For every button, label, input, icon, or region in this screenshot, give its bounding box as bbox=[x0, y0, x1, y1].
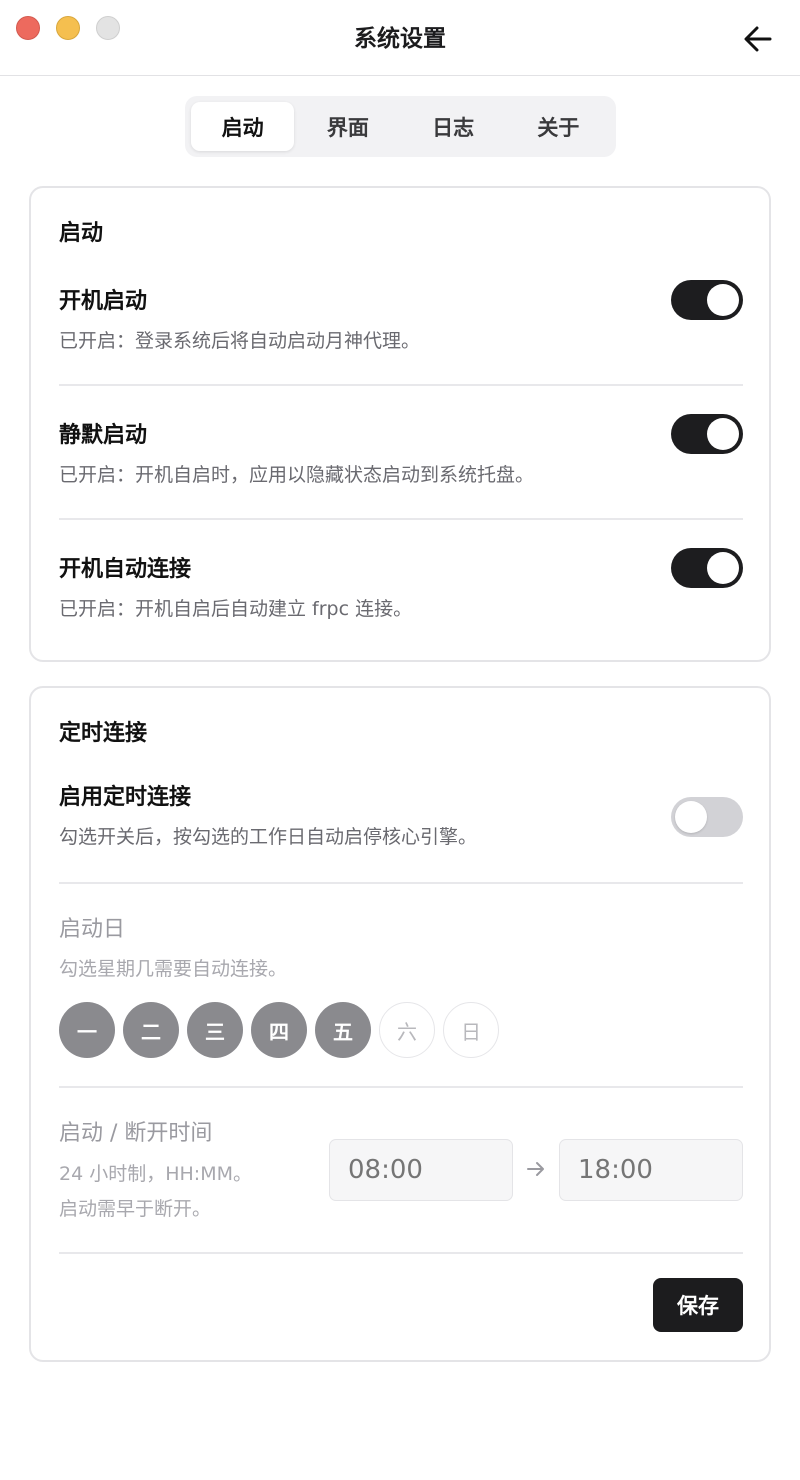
divider bbox=[59, 1086, 743, 1088]
divider bbox=[59, 1252, 743, 1254]
silent-launch-toggle[interactable] bbox=[671, 414, 743, 454]
auto-connect-desc: 已开启：开机自启后自动建立 frpc 连接。 bbox=[59, 598, 413, 620]
settings-tabs: 启动 界面 日志 关于 bbox=[185, 96, 616, 157]
divider bbox=[59, 882, 743, 884]
tab-startup[interactable]: 启动 bbox=[191, 102, 295, 151]
schedule-card: 定时连接 启用定时连接 勾选开关后，按勾选的工作日自动启停核心引擎。 启动日 勾… bbox=[29, 686, 771, 1362]
day-sun-chip[interactable]: 日 bbox=[443, 1002, 499, 1058]
divider bbox=[59, 518, 743, 520]
auto-connect-toggle[interactable] bbox=[671, 548, 743, 588]
day-tue-chip[interactable]: 二 bbox=[123, 1002, 179, 1058]
day-thu-chip[interactable]: 四 bbox=[251, 1002, 307, 1058]
start-days-title: 启动日 bbox=[59, 917, 126, 942]
time-range-title: 启动 / 断开时间 bbox=[59, 1121, 213, 1146]
toggle-knob bbox=[707, 418, 739, 450]
day-wed-chip[interactable]: 三 bbox=[187, 1002, 243, 1058]
toggle-knob bbox=[707, 284, 739, 316]
toggle-knob bbox=[707, 552, 739, 584]
startup-card: 启动 开机启动 已开启：登录系统后将自动启动月神代理。 静默启动 已开启：开机自… bbox=[29, 186, 771, 662]
start-time-input[interactable] bbox=[329, 1139, 513, 1201]
window-title: 系统设置 bbox=[354, 26, 446, 52]
silent-launch-desc: 已开启：开机自启时，应用以隐藏状态启动到系统托盘。 bbox=[59, 464, 535, 486]
arrow-left-icon bbox=[744, 26, 772, 52]
silent-launch-title: 静默启动 bbox=[59, 423, 148, 448]
back-button[interactable] bbox=[742, 24, 774, 54]
weekday-selector: 一 二 三 四 五 六 日 bbox=[59, 1002, 499, 1058]
tab-interface[interactable]: 界面 bbox=[296, 102, 399, 151]
auto-launch-desc: 已开启：登录系统后将自动启动月神代理。 bbox=[59, 330, 421, 352]
end-time-input[interactable] bbox=[559, 1139, 743, 1201]
tab-about[interactable]: 关于 bbox=[507, 102, 610, 151]
startup-section-title: 启动 bbox=[59, 221, 104, 246]
schedule-section-title: 定时连接 bbox=[59, 721, 148, 746]
auto-launch-toggle[interactable] bbox=[671, 280, 743, 320]
day-sat-chip[interactable]: 六 bbox=[379, 1002, 435, 1058]
time-range-desc-line2: 启动需早于断开。 bbox=[59, 1198, 212, 1220]
divider bbox=[59, 384, 743, 386]
schedule-enable-desc: 勾选开关后，按勾选的工作日自动启停核心引擎。 bbox=[59, 826, 478, 848]
title-bar: 系统设置 bbox=[0, 0, 800, 76]
toggle-knob bbox=[675, 801, 707, 833]
time-range-desc-line1: 24 小时制，HH:MM。 bbox=[59, 1163, 252, 1185]
day-mon-chip[interactable]: 一 bbox=[59, 1002, 115, 1058]
schedule-enable-title: 启用定时连接 bbox=[59, 785, 192, 810]
tab-logs[interactable]: 日志 bbox=[402, 102, 505, 151]
arrow-right-icon bbox=[527, 1162, 544, 1176]
schedule-enable-toggle[interactable] bbox=[671, 797, 743, 837]
save-button[interactable]: 保存 bbox=[653, 1278, 743, 1332]
auto-launch-title: 开机启动 bbox=[59, 289, 148, 314]
day-fri-chip[interactable]: 五 bbox=[315, 1002, 371, 1058]
auto-connect-title: 开机自动连接 bbox=[59, 557, 192, 582]
start-days-desc: 勾选星期几需要自动连接。 bbox=[59, 958, 288, 980]
